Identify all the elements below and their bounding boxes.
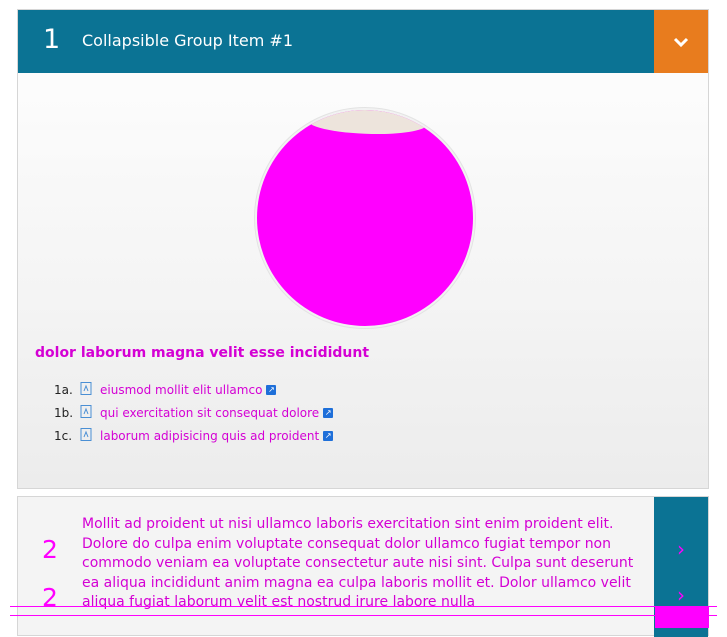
document-number: 1b. xyxy=(54,405,74,420)
document-item[interactable]: 1a. eiusmod mollit elit ullamco ↗ xyxy=(54,378,333,401)
pdf-icon xyxy=(80,404,92,421)
external-link-icon: ↗ xyxy=(323,430,334,441)
document-number: 1c. xyxy=(54,428,73,443)
profile-image-frame xyxy=(254,107,476,329)
content-heading: dolor laborum magna velit esse incididun… xyxy=(35,345,370,361)
panel-1-number: 1 xyxy=(43,24,61,55)
profile-image xyxy=(257,110,473,326)
divider-strip xyxy=(10,606,717,616)
document-link[interactable]: laborum adipisicing quis ad proident xyxy=(100,429,319,443)
document-link[interactable]: qui exercitation sit consequat dolore xyxy=(100,406,319,420)
chevron-right-icon: › xyxy=(677,537,685,561)
document-item[interactable]: 1c. laborum adipisicing quis ad proident… xyxy=(54,424,334,447)
panel-1-toggle-button[interactable] xyxy=(654,10,708,73)
document-link[interactable]: eiusmod mollit elit ullamco xyxy=(100,383,262,397)
chevron-right-icon: › xyxy=(677,583,685,607)
external-link-icon: ↗ xyxy=(323,407,334,418)
panel-2-number: 2 xyxy=(42,535,58,564)
document-list: 1a. eiusmod mollit elit ullamco ↗ 1b. qu… xyxy=(54,378,334,447)
chevron-down-icon xyxy=(673,37,689,47)
pdf-icon xyxy=(80,381,92,398)
panel-1-title: Collapsible Group Item #1 xyxy=(82,31,294,50)
panel-2-text: Mollit ad proident ut nisi ullamco labor… xyxy=(82,516,634,610)
external-link-icon: ↗ xyxy=(266,384,277,395)
panel-1-header[interactable]: 1 Collapsible Group Item #1 xyxy=(18,10,708,73)
collapsible-panel-1: 1 Collapsible Group Item #1 dolor laboru… xyxy=(17,9,709,489)
toggle-fragment xyxy=(655,606,709,628)
pdf-icon xyxy=(80,427,92,444)
document-number: 1a. xyxy=(54,382,73,397)
document-item[interactable]: 1b. qui exercitation sit consequat dolor… xyxy=(54,401,334,424)
